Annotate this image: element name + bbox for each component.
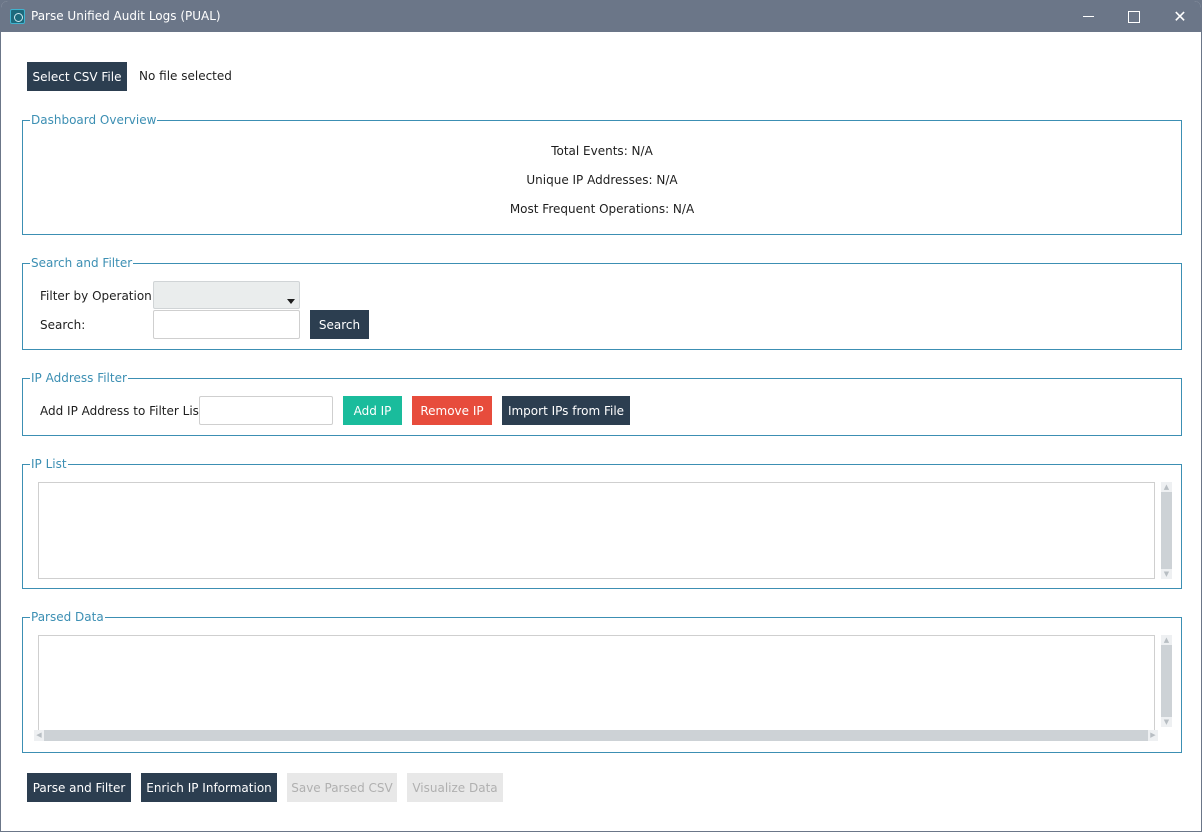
unique-ip-addresses: Unique IP Addresses: N/A (526, 173, 678, 187)
search-filter-group: Search and Filter Filter by Operation: S… (22, 255, 1182, 350)
ip-list-title: IP List (30, 456, 68, 472)
save-parsed-csv-button[interactable]: Save Parsed CSV (287, 773, 397, 802)
file-status: No file selected (139, 69, 232, 83)
scroll-down-icon[interactable]: ▼ (1161, 717, 1172, 727)
maximize-button[interactable] (1111, 1, 1157, 32)
ip-address-input[interactable] (199, 396, 333, 425)
close-button[interactable]: ✕ (1157, 1, 1201, 32)
scroll-right-icon[interactable]: ▶ (1148, 730, 1158, 741)
dashboard-overview-group: Dashboard Overview Total Events: N/A Uni… (22, 112, 1182, 235)
filter-operation-label: Filter by Operation: (40, 289, 156, 303)
ip-address-filter-group: IP Address Filter Add IP Address to Filt… (22, 370, 1182, 436)
select-csv-button[interactable]: Select CSV File (27, 62, 127, 91)
scrollbar-thumb[interactable] (1161, 645, 1172, 717)
ip-list-group: IP List ▲ ▼ (22, 456, 1182, 589)
app-icon (10, 9, 25, 24)
scroll-down-icon[interactable]: ▼ (1161, 569, 1172, 579)
scrollbar-thumb[interactable] (1161, 492, 1172, 569)
parsed-data-horizontal-scrollbar[interactable]: ◀ ▶ (34, 730, 1158, 741)
search-input[interactable] (153, 310, 300, 339)
title-bar[interactable]: Parse Unified Audit Logs (PUAL) ✕ (1, 1, 1201, 32)
ip-listbox[interactable] (38, 482, 1155, 579)
search-filter-title: Search and Filter (30, 255, 134, 271)
close-icon: ✕ (1173, 7, 1187, 26)
parse-filter-button[interactable]: Parse and Filter (27, 773, 131, 802)
add-ip-label: Add IP Address to Filter List: (40, 404, 208, 418)
import-ips-button[interactable]: Import IPs from File (502, 396, 630, 425)
parsed-data-text[interactable] (38, 635, 1155, 731)
search-label: Search: (40, 318, 86, 332)
remove-ip-button[interactable]: Remove IP (412, 396, 492, 425)
scroll-left-icon[interactable]: ◀ (34, 730, 44, 741)
chevron-down-icon (287, 299, 295, 304)
search-button[interactable]: Search (310, 310, 369, 339)
add-ip-button[interactable]: Add IP (343, 396, 402, 425)
parsed-data-group: Parsed Data ▲ ▼ ◀ ▶ (22, 609, 1182, 753)
most-frequent-operations: Most Frequent Operations: N/A (509, 202, 695, 216)
scrollbar-thumb[interactable] (44, 730, 1148, 741)
enrich-ip-button[interactable]: Enrich IP Information (141, 773, 277, 802)
visualize-data-button[interactable]: Visualize Data (407, 773, 503, 802)
main-content: Select CSV File No file selected Dashboa… (1, 32, 1201, 831)
parsed-data-vertical-scrollbar[interactable]: ▲ ▼ (1161, 635, 1172, 727)
window-title: Parse Unified Audit Logs (PUAL) (31, 9, 221, 23)
minimize-button[interactable] (1065, 1, 1111, 32)
dashboard-overview-title: Dashboard Overview (30, 112, 158, 128)
scroll-up-icon[interactable]: ▲ (1161, 635, 1172, 645)
scroll-up-icon[interactable]: ▲ (1161, 482, 1172, 492)
total-events: Total Events: N/A (551, 144, 653, 158)
operation-dropdown[interactable] (153, 281, 300, 309)
ip-address-filter-title: IP Address Filter (30, 370, 128, 386)
app-window: Parse Unified Audit Logs (PUAL) ✕ Select… (0, 0, 1202, 832)
parsed-data-title: Parsed Data (30, 609, 105, 625)
ip-list-vertical-scrollbar[interactable]: ▲ ▼ (1161, 482, 1172, 579)
